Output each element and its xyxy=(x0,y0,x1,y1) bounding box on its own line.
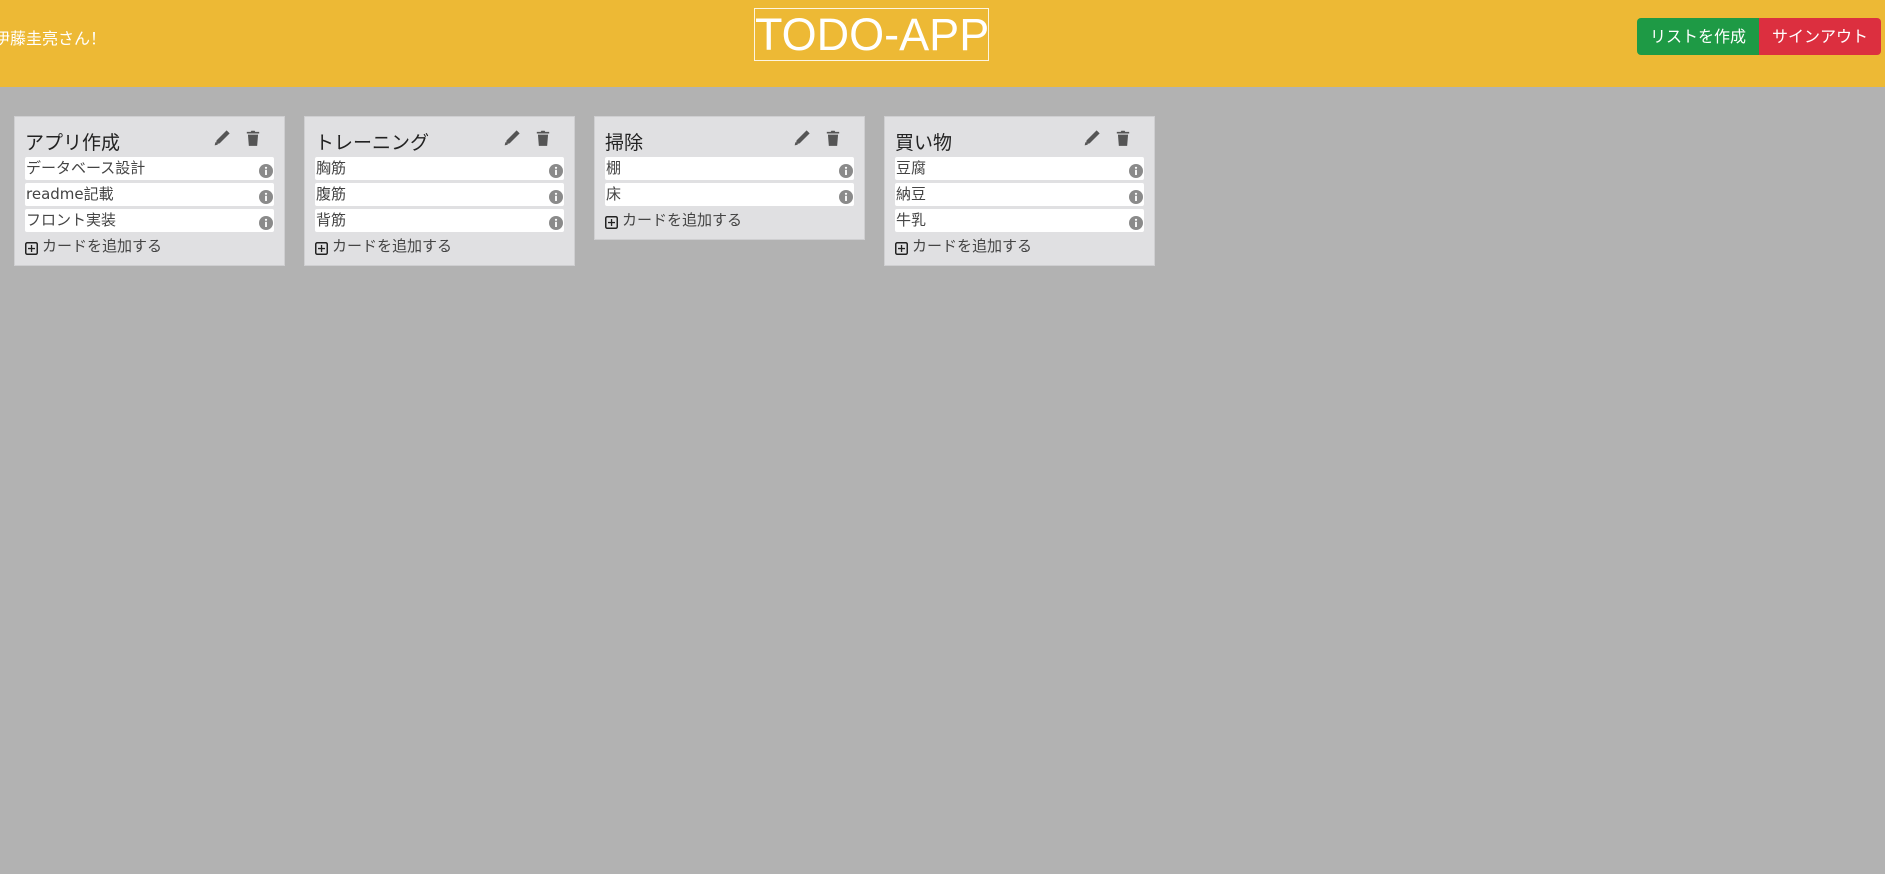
info-icon[interactable] xyxy=(1129,188,1143,204)
add-card-label: カードを追加する xyxy=(912,237,1033,255)
card-title: 胸筋 xyxy=(316,159,347,177)
list-header: トレーニング xyxy=(315,117,564,157)
pencil-icon[interactable] xyxy=(503,129,521,147)
card-item[interactable]: 納豆 xyxy=(895,183,1144,206)
board: アプリ作成 データベース設計 readme記載 フロント実装 カードを追加する … xyxy=(0,87,1885,874)
plus-square-icon xyxy=(895,239,908,255)
card-item[interactable]: 豆腐 xyxy=(895,157,1144,180)
card-item[interactable]: 腹筋 xyxy=(315,183,564,206)
card-title: 棚 xyxy=(606,159,622,177)
info-icon[interactable] xyxy=(549,162,563,178)
pencil-icon[interactable] xyxy=(793,129,811,147)
app-header: 伊藤圭亮さん！ TODO-APP リストを作成 サインアウト xyxy=(0,0,1885,87)
add-card-button[interactable]: カードを追加する xyxy=(895,235,1144,257)
card-item[interactable]: 胸筋 xyxy=(315,157,564,180)
list-column: 買い物 豆腐 納豆 牛乳 カードを追加する xyxy=(884,116,1155,266)
plus-square-icon xyxy=(315,239,328,255)
plus-square-icon xyxy=(605,213,618,229)
sign-out-button[interactable]: サインアウト xyxy=(1759,18,1881,55)
card-title: 腹筋 xyxy=(316,185,347,203)
card-title: 床 xyxy=(606,185,622,203)
card-item[interactable]: readme記載 xyxy=(25,183,274,206)
card-title: 背筋 xyxy=(316,211,347,229)
card-title: 豆腐 xyxy=(896,159,927,177)
list-column: 掃除 棚 床 カードを追加する xyxy=(594,116,865,240)
list-header: 掃除 xyxy=(605,117,854,157)
card-title: データベース設計 xyxy=(26,159,146,177)
info-icon[interactable] xyxy=(839,188,853,204)
card-title: 牛乳 xyxy=(896,211,927,229)
card-title: readme記載 xyxy=(26,185,114,203)
info-icon[interactable] xyxy=(549,214,563,230)
card-item[interactable]: 牛乳 xyxy=(895,209,1144,232)
info-icon[interactable] xyxy=(1129,162,1143,178)
info-icon[interactable] xyxy=(259,162,273,178)
add-card-label: カードを追加する xyxy=(42,237,163,255)
add-card-button[interactable]: カードを追加する xyxy=(25,235,274,257)
pencil-icon[interactable] xyxy=(213,129,231,147)
info-icon[interactable] xyxy=(259,214,273,230)
info-icon[interactable] xyxy=(549,188,563,204)
card-item[interactable]: 背筋 xyxy=(315,209,564,232)
card-item[interactable]: データベース設計 xyxy=(25,157,274,180)
pencil-icon[interactable] xyxy=(1083,129,1101,147)
list-title: 掃除 xyxy=(605,132,644,154)
user-greeting: 伊藤圭亮さん！ xyxy=(0,29,107,48)
add-card-label: カードを追加する xyxy=(332,237,453,255)
trash-icon[interactable] xyxy=(1114,129,1132,147)
list-header: 買い物 xyxy=(895,117,1144,157)
create-list-button[interactable]: リストを作成 xyxy=(1637,18,1759,55)
list-column: トレーニング 胸筋 腹筋 背筋 カードを追加する xyxy=(304,116,575,266)
card-title: 納豆 xyxy=(896,185,927,203)
app-title: TODO-APP xyxy=(754,8,990,61)
list-header: アプリ作成 xyxy=(25,117,274,157)
add-card-button[interactable]: カードを追加する xyxy=(605,209,854,231)
card-item[interactable]: 床 xyxy=(605,183,854,206)
add-card-label: カードを追加する xyxy=(622,211,743,229)
info-icon[interactable] xyxy=(839,162,853,178)
trash-icon[interactable] xyxy=(824,129,842,147)
list-column: アプリ作成 データベース設計 readme記載 フロント実装 カードを追加する xyxy=(14,116,285,266)
info-icon[interactable] xyxy=(1129,214,1143,230)
card-item[interactable]: フロント実装 xyxy=(25,209,274,232)
plus-square-icon xyxy=(25,239,38,255)
card-item[interactable]: 棚 xyxy=(605,157,854,180)
info-icon[interactable] xyxy=(259,188,273,204)
trash-icon[interactable] xyxy=(534,129,552,147)
trash-icon[interactable] xyxy=(244,129,262,147)
list-title: トレーニング xyxy=(315,132,430,154)
list-title: 買い物 xyxy=(895,132,953,154)
card-title: フロント実装 xyxy=(26,211,117,229)
add-card-button[interactable]: カードを追加する xyxy=(315,235,564,257)
list-title: アプリ作成 xyxy=(25,132,121,154)
